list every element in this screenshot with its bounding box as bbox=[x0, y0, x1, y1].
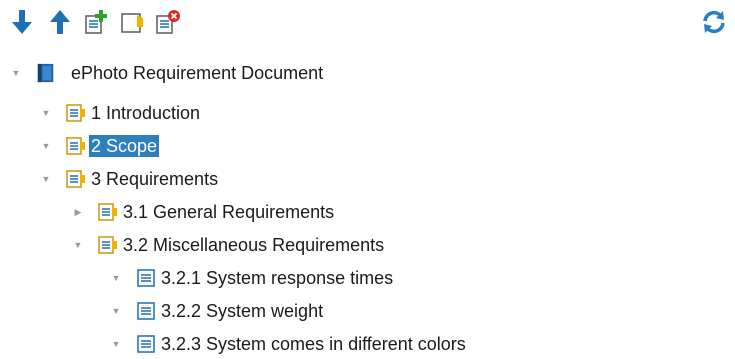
tree-node-label: 3.2 Miscellaneous Requirements bbox=[123, 235, 385, 255]
tree-node-label: 3 Requirements bbox=[91, 169, 219, 189]
tree-node-label: 1 Introduction bbox=[91, 103, 201, 123]
collapse-caret-icon[interactable]: ▼ bbox=[72, 240, 84, 250]
add-child-icon bbox=[85, 10, 107, 34]
requirement-icon bbox=[136, 334, 156, 354]
collapse-caret-icon[interactable]: ▼ bbox=[40, 141, 52, 151]
tree-node[interactable]: ▼ 3.2.3 System comes in different colors bbox=[110, 329, 468, 359]
section-icon bbox=[98, 202, 118, 222]
expand-caret-icon[interactable]: ▶ bbox=[72, 207, 84, 218]
delete-button[interactable] bbox=[154, 8, 182, 36]
tree-node[interactable]: ▶ 3.1 General Requirements bbox=[72, 197, 336, 227]
collapse-caret-icon[interactable]: ▼ bbox=[40, 108, 52, 118]
tree-node[interactable]: ▼ 1 Introduction bbox=[40, 98, 202, 128]
add-child-button[interactable] bbox=[83, 8, 111, 36]
collapse-caret-icon[interactable]: ▼ bbox=[110, 306, 122, 316]
section-icon bbox=[66, 103, 86, 123]
tree-node[interactable]: ▼ 3.2.2 System weight bbox=[110, 296, 325, 326]
section-icon bbox=[66, 136, 86, 156]
tree-node[interactable]: ▼ 3.2 Miscellaneous Requirements bbox=[72, 230, 386, 260]
requirement-icon bbox=[136, 268, 156, 288]
collapse-caret-icon[interactable]: ▼ bbox=[40, 174, 52, 184]
arrow-down-icon bbox=[12, 10, 32, 34]
add-sibling-button[interactable] bbox=[119, 8, 147, 36]
collapse-caret-icon[interactable]: ▼ bbox=[110, 273, 122, 283]
add-sibling-icon bbox=[121, 13, 143, 33]
tree-node-label: 3.2.2 System weight bbox=[161, 301, 324, 321]
move-up-button[interactable] bbox=[46, 8, 74, 36]
refresh-icon bbox=[703, 10, 725, 34]
tree-node-label: 3.1 General Requirements bbox=[123, 202, 335, 222]
toolbar bbox=[0, 0, 735, 48]
tree-node-label: 3.2.3 System comes in different colors bbox=[161, 334, 466, 354]
tree-root-label: ePhoto Requirement Document bbox=[71, 63, 324, 83]
tree-node[interactable]: ▼ 3.2.1 System response times bbox=[110, 263, 395, 293]
delete-icon bbox=[156, 10, 180, 34]
requirement-icon bbox=[136, 301, 156, 321]
tree-node-label: 3.2.1 System response times bbox=[161, 268, 394, 288]
refresh-button[interactable] bbox=[700, 8, 728, 36]
tree-node-label: 2 Scope bbox=[89, 135, 160, 157]
section-icon bbox=[66, 169, 86, 189]
tree-root[interactable]: ▼ ePhoto Requirement Document bbox=[10, 58, 325, 88]
tree-node[interactable]: ▼ 3 Requirements bbox=[40, 164, 220, 194]
move-down-button[interactable] bbox=[8, 8, 36, 36]
tree-node-selected[interactable]: ▼ 2 Scope bbox=[40, 131, 160, 161]
collapse-caret-icon[interactable]: ▼ bbox=[110, 339, 122, 349]
document-book-icon bbox=[36, 63, 56, 83]
section-icon bbox=[98, 235, 118, 255]
arrow-up-icon bbox=[50, 10, 70, 34]
collapse-caret-icon[interactable]: ▼ bbox=[10, 68, 22, 78]
